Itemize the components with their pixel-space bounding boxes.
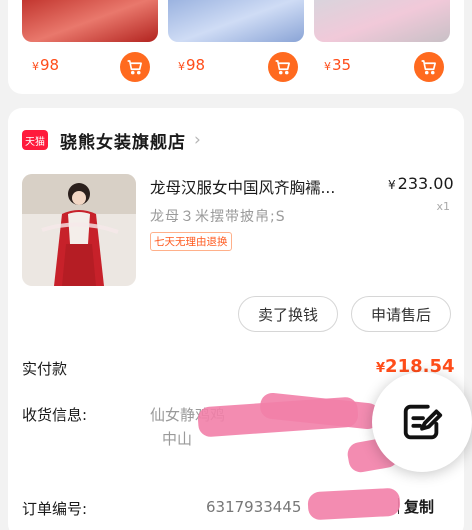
cart-icon xyxy=(421,60,436,75)
product-price: ¥233.00 xyxy=(388,174,454,193)
cart-icon xyxy=(127,60,142,75)
edit-note-icon xyxy=(403,404,443,440)
chevron-right-icon: › xyxy=(194,130,201,150)
product-sku: 龙母３米摆带披帛;S xyxy=(150,209,286,225)
paid-label: 实付款 xyxy=(22,360,68,378)
recommendation-item[interactable]: ¥98 xyxy=(168,0,304,94)
redaction-mark xyxy=(307,487,401,521)
edit-note-button[interactable] xyxy=(372,372,472,472)
recommendation-price: ¥98 xyxy=(32,56,60,74)
recommendation-price: ¥35 xyxy=(324,56,352,74)
recommendation-price: ¥98 xyxy=(178,56,206,74)
shipping-label: 收货信息: xyxy=(22,406,88,424)
shipping-address: 中山 xyxy=(162,430,193,448)
recommendation-item[interactable]: ¥35 xyxy=(314,0,450,94)
order-number-label: 订单编号: xyxy=(22,500,88,518)
tmall-badge: 天猫 xyxy=(22,130,48,150)
product-thumbnail[interactable] xyxy=(22,0,158,42)
product-thumbnail[interactable] xyxy=(168,0,304,42)
recommendation-item[interactable]: ¥98 xyxy=(22,0,158,94)
recommendation-strip: ¥98 ¥98 ¥35 xyxy=(8,0,464,94)
order-number: 6317933445 xyxy=(206,498,302,516)
order-card: 天猫 骁熊女装旗舰店 › 龙母汉服女中国风齐胸襦... ¥233.00 龙母３米… xyxy=(8,108,464,530)
copy-button[interactable]: 复制 xyxy=(404,496,434,517)
shop-header[interactable]: 天猫 骁熊女装旗舰店 › xyxy=(22,128,201,153)
return-policy-tag: 七天无理由退换 xyxy=(150,232,232,251)
add-to-cart-button[interactable] xyxy=(414,52,444,82)
product-image[interactable] xyxy=(22,174,136,286)
shop-name[interactable]: 骁熊女装旗舰店 xyxy=(60,128,186,153)
add-to-cart-button[interactable] xyxy=(268,52,298,82)
cart-icon xyxy=(275,60,290,75)
sell-button[interactable]: 卖了换钱 xyxy=(238,296,338,332)
after-sale-button[interactable]: 申请售后 xyxy=(351,296,451,332)
product-quantity: x1 xyxy=(436,200,450,213)
add-to-cart-button[interactable] xyxy=(120,52,150,82)
product-thumbnail[interactable] xyxy=(314,0,450,42)
product-title[interactable]: 龙母汉服女中国风齐胸襦... xyxy=(150,176,372,198)
